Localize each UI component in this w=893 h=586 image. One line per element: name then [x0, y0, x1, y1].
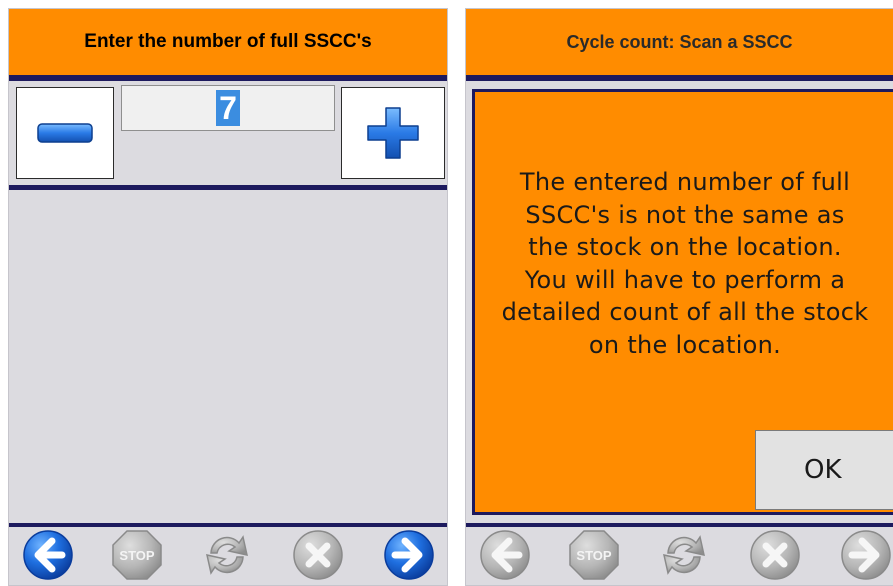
cancel-icon: [750, 530, 800, 580]
stop-icon: STOP: [569, 530, 619, 580]
stepper-divider: [9, 185, 447, 190]
ok-button[interactable]: OK: [755, 430, 893, 510]
plus-icon: [367, 107, 419, 159]
stop-icon: STOP: [112, 530, 162, 580]
cancel-icon: [293, 530, 343, 580]
footer-toolbar: STOP: [466, 521, 893, 585]
forward-arrow-icon[interactable]: [383, 529, 435, 581]
screen-title: Cycle count: Scan a SSCC: [466, 9, 893, 75]
refresh-icon: [663, 535, 705, 575]
svg-text:STOP: STOP: [576, 548, 611, 563]
minus-icon: [37, 123, 93, 143]
decrement-button[interactable]: [16, 87, 114, 179]
back-arrow-icon: [480, 530, 530, 580]
header-divider: [9, 75, 447, 81]
screen-title: Enter the number of full SSCC's: [9, 9, 447, 75]
refresh-icon: [206, 535, 248, 575]
increment-button[interactable]: [341, 87, 445, 179]
back-arrow-icon[interactable]: [22, 529, 74, 581]
dialog-message: The entered number of full SSCC's is not…: [501, 168, 869, 359]
cycle-count-screen: Cycle count: Scan a SSCC The entered num…: [465, 8, 893, 586]
footer-toolbar: STOP: [9, 521, 447, 585]
count-entry-screen: Enter the number of full SSCC's 7 STOP: [8, 8, 448, 586]
count-value: 7: [216, 90, 240, 126]
forward-arrow-icon: [841, 530, 891, 580]
warning-dialog: The entered number of full SSCC's is not…: [472, 89, 893, 515]
svg-text:STOP: STOP: [119, 548, 154, 563]
header-divider: [466, 75, 893, 81]
count-input[interactable]: 7: [121, 85, 335, 131]
